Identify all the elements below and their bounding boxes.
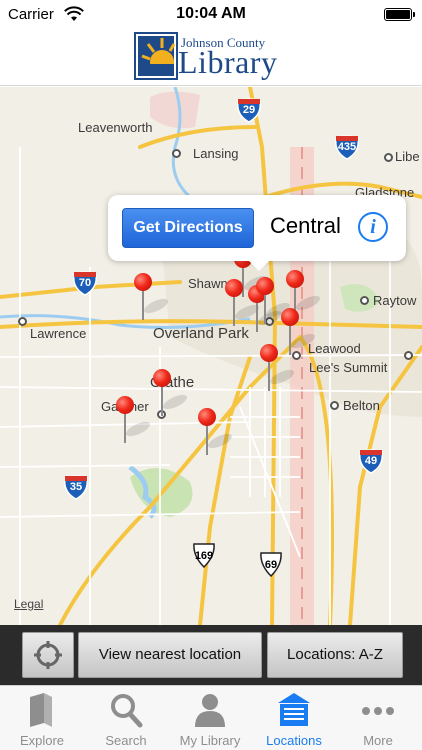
city-raytown: Raytow bbox=[373, 293, 417, 308]
city-dot bbox=[18, 317, 27, 326]
locations-a-z-button[interactable]: Locations: A-Z bbox=[267, 632, 403, 678]
location-callout: Get Directions Central i bbox=[108, 195, 406, 271]
interstate-shield-49: 49 bbox=[358, 448, 384, 474]
library-location-pin[interactable] bbox=[280, 308, 317, 362]
interstate-shield-435: 435 bbox=[334, 134, 360, 160]
interstate-shield-29: 29 bbox=[236, 97, 262, 123]
city-leawood: Leawood bbox=[308, 341, 361, 356]
city-lansing: Lansing bbox=[193, 146, 239, 161]
city-dot bbox=[404, 351, 413, 360]
city-dot bbox=[384, 153, 393, 162]
info-icon[interactable]: i bbox=[358, 212, 388, 242]
callout-title: Central bbox=[270, 213, 341, 238]
search-icon bbox=[111, 694, 143, 728]
tab-bar: Explore Search My Library Locations More bbox=[0, 685, 422, 750]
tab-my-library[interactable]: My Library bbox=[168, 686, 252, 750]
interstate-shield-35: 35 bbox=[63, 474, 89, 500]
map-legal-link[interactable]: Legal bbox=[14, 597, 43, 611]
view-nearest-location-button[interactable]: View nearest location bbox=[78, 632, 262, 678]
tab-label: My Library bbox=[179, 733, 241, 748]
tab-label: Explore bbox=[19, 733, 65, 748]
tab-label: More bbox=[363, 733, 393, 748]
tab-locations[interactable]: Locations bbox=[252, 686, 336, 750]
building-icon bbox=[278, 693, 310, 726]
city-belton: Belton bbox=[343, 398, 380, 413]
map-toolbar: View nearest location Locations: A-Z bbox=[0, 625, 422, 685]
city-leavenworth: Leavenworth bbox=[78, 120, 153, 135]
library-location-pin[interactable] bbox=[133, 273, 170, 327]
status-bar: Carrier 10:04 AM bbox=[0, 0, 422, 28]
library-location-pin[interactable] bbox=[197, 408, 234, 462]
tab-more[interactable]: More bbox=[336, 686, 420, 750]
crosshair-icon bbox=[34, 641, 62, 669]
library-location-pin[interactable] bbox=[152, 369, 189, 423]
tab-explore[interactable]: Explore bbox=[0, 686, 84, 750]
tab-search[interactable]: Search bbox=[84, 686, 168, 750]
locate-me-button[interactable] bbox=[22, 632, 74, 678]
us-route-shield-169: 169 bbox=[191, 542, 217, 569]
us-route-shield-69: 69 bbox=[258, 551, 284, 578]
clock: 10:04 AM bbox=[176, 5, 246, 22]
app-header: Johnson County Library bbox=[0, 28, 422, 86]
library-location-pin[interactable] bbox=[115, 396, 152, 450]
person-icon bbox=[195, 694, 225, 727]
city-dot bbox=[360, 296, 369, 305]
library-location-pin[interactable] bbox=[224, 279, 261, 333]
library-location-pin[interactable] bbox=[255, 277, 292, 331]
tab-label: Search bbox=[105, 733, 147, 748]
book-icon bbox=[30, 693, 52, 727]
city-dot bbox=[330, 401, 339, 410]
city-dot bbox=[172, 149, 181, 158]
tab-label: Locations bbox=[266, 733, 322, 748]
city-liberty: Libe bbox=[395, 149, 420, 164]
interstate-shield-70: 70 bbox=[72, 270, 98, 296]
logo-title: Library bbox=[178, 44, 278, 80]
more-icon bbox=[362, 707, 394, 715]
city-lees-summit: Lee's Summit bbox=[309, 360, 388, 375]
get-directions-button[interactable]: Get Directions bbox=[122, 208, 254, 248]
library-logo-icon bbox=[134, 32, 178, 80]
map-view[interactable]: Leavenworth Lansing Libe Gladstone Shawn… bbox=[0, 87, 422, 625]
battery-icon bbox=[384, 8, 415, 21]
city-lawrence: Lawrence bbox=[30, 326, 87, 341]
library-location-pin[interactable] bbox=[259, 344, 296, 398]
